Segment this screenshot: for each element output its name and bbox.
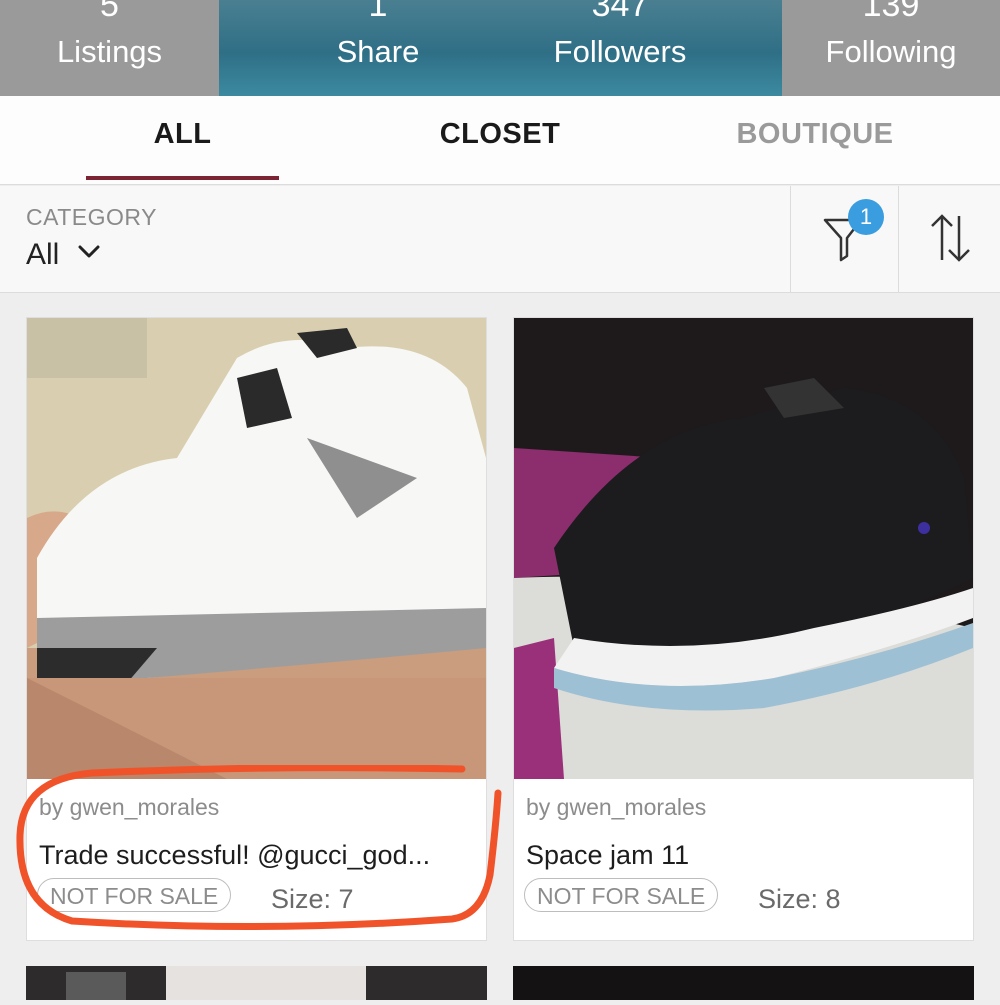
- profile-stats-bar: 5 Listings 1 Share 347 Followers 139 Fol…: [0, 0, 1000, 96]
- highlight-annotation: [16, 765, 502, 931]
- stat-following[interactable]: 139 Following: [782, 0, 1000, 96]
- tab-boutique[interactable]: BOUTIQUE: [715, 118, 915, 151]
- listing-photo-partial: [66, 966, 366, 1000]
- sort-button[interactable]: [899, 186, 1000, 292]
- stat-followers[interactable]: 347 Followers: [500, 0, 740, 96]
- stat-share[interactable]: 1 Share: [258, 0, 498, 96]
- filter-bar: CATEGORY All: [0, 186, 1000, 293]
- listing-card[interactable]: by gwen_morales Space jam 11 NOT FOR SAL…: [513, 317, 974, 941]
- stat-following-label: Following: [825, 34, 957, 69]
- tab-closet[interactable]: CLOSET: [400, 118, 600, 151]
- listing-size: Size: 8: [758, 884, 841, 914]
- filter-count-badge: 1: [848, 199, 884, 235]
- sort-arrows-icon: [931, 214, 970, 262]
- closet-tabs: ALL CLOSET BOUTIQUE: [0, 96, 1000, 185]
- chevron-down-icon: [78, 245, 100, 258]
- listing-title[interactable]: Space jam 11: [526, 840, 689, 871]
- listing-photo[interactable]: [27, 318, 486, 779]
- category-label: CATEGORY: [26, 204, 157, 230]
- listing-card-partial[interactable]: [26, 966, 487, 1000]
- active-tab-indicator: [86, 176, 279, 180]
- tab-all[interactable]: ALL: [86, 118, 279, 151]
- stat-listings[interactable]: 5 Listings: [0, 0, 219, 96]
- category-value: All: [26, 238, 60, 271]
- listing-seller[interactable]: by gwen_morales: [526, 794, 706, 821]
- listing-card-partial[interactable]: [513, 966, 974, 1000]
- not-for-sale-badge: NOT FOR SALE: [524, 878, 719, 912]
- stat-followers-label: Followers: [553, 34, 687, 69]
- sneaker-photo-space-jam: [514, 318, 973, 779]
- filter-funnel-icon: [823, 218, 863, 262]
- stat-listings-number: 5: [100, 0, 119, 24]
- category-dropdown[interactable]: CATEGORY All: [0, 186, 790, 292]
- filter-button[interactable]: [791, 186, 898, 292]
- stat-share-label: Share: [336, 34, 420, 69]
- stat-share-number: 1: [368, 0, 388, 24]
- stat-following-number: 139: [862, 0, 920, 24]
- stat-listings-label: Listings: [56, 34, 163, 69]
- listing-photo[interactable]: [514, 318, 973, 779]
- stat-followers-number: 347: [591, 0, 649, 24]
- sneaker-photo-white-cement: [27, 318, 486, 779]
